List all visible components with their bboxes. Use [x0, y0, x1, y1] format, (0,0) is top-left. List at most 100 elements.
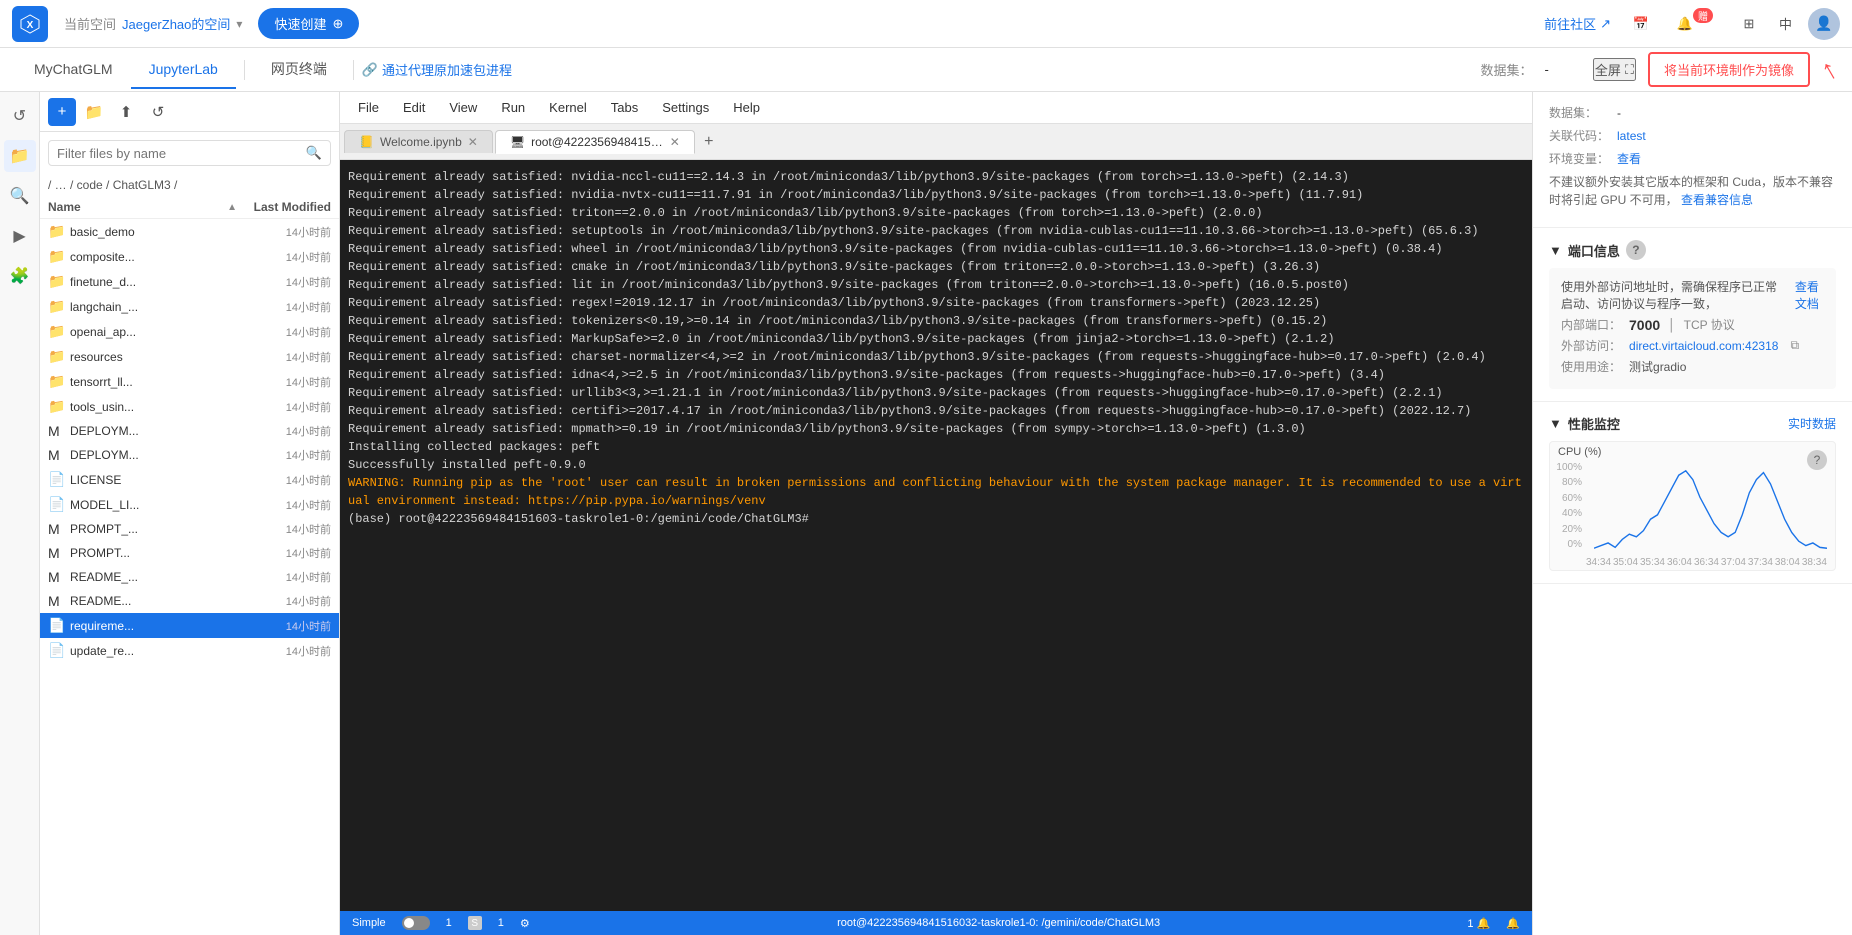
code-value[interactable]: latest	[1617, 129, 1646, 143]
simple-toggle[interactable]	[402, 916, 430, 930]
external-value[interactable]: direct.virtaicloud.com:42318	[1629, 339, 1778, 353]
calendar-icon[interactable]: 📅	[1627, 10, 1655, 38]
env-label: 环境变量：	[1549, 150, 1609, 167]
status-gear-icon[interactable]: ⚙	[520, 917, 530, 930]
new-folder-button[interactable]: 📁	[80, 98, 108, 126]
copy-icon[interactable]: ⧉	[1790, 338, 1799, 353]
file-item-12[interactable]: MPROMPT_...14小时前	[40, 517, 339, 541]
breadcrumb: / … / code / ChatGLM3 /	[48, 178, 177, 192]
file-item-15[interactable]: MREADME...14小时前	[40, 589, 339, 613]
port-help-icon[interactable]: ?	[1626, 240, 1646, 260]
y-label-5: 0%	[1550, 539, 1582, 550]
menu-item-edit[interactable]: Edit	[393, 96, 435, 119]
file-modified-9: 14小时前	[241, 447, 331, 463]
grid-icon[interactable]: ⊞	[1735, 10, 1763, 38]
file-item-10[interactable]: 📄LICENSE14小时前	[40, 467, 339, 492]
perf-realtime[interactable]: 实时数据	[1788, 415, 1836, 432]
notebook-tab-0[interactable]: 📒Welcome.ipynb✕	[344, 130, 493, 153]
file-list-header[interactable]: Name ▲ Last Modified	[40, 196, 339, 219]
refresh-button[interactable]: ↺	[144, 98, 172, 126]
proxy-link[interactable]: 🔗 通过代理原加速包进程	[362, 60, 512, 79]
file-item-11[interactable]: 📄MODEL_LI...14小时前	[40, 492, 339, 517]
file-item-5[interactable]: 📁resources14小时前	[40, 344, 339, 369]
chart-area	[1594, 462, 1827, 550]
file-item-16[interactable]: 📄requireme...14小时前	[40, 613, 339, 638]
upload-button[interactable]: ⬆	[112, 98, 140, 126]
community-link[interactable]: 前往社区 ↗	[1544, 14, 1611, 33]
file-item-9[interactable]: MDEPLOYM...14小时前	[40, 443, 339, 467]
file-item-13[interactable]: MPROMPT...14小时前	[40, 541, 339, 565]
file-item-1[interactable]: 📁composite...14小时前	[40, 244, 339, 269]
perf-section: ▼ 性能监控 实时数据 CPU (%) 100%80%60%40%20%0% 3…	[1533, 402, 1852, 584]
sidebar-icon-search[interactable]: 🔍	[4, 180, 36, 212]
sidebar-icons: ↺ 📁 🔍 ▶ 🧩	[0, 92, 40, 935]
file-modified-2: 14小时前	[241, 274, 331, 290]
file-item-14[interactable]: MREADME_...14小时前	[40, 565, 339, 589]
menu-item-run[interactable]: Run	[491, 96, 535, 119]
chart-x-labels: 34:3435:0435:3436:0436:3437:0437:3438:04…	[1586, 557, 1827, 568]
perf-section-header[interactable]: ▼ 性能监控	[1549, 414, 1620, 433]
port-doc-link[interactable]: 查看文档	[1795, 278, 1824, 312]
file-item-6[interactable]: 📁tensorrt_ll...14小时前	[40, 369, 339, 394]
sidebar-icon-files[interactable]: 📁	[4, 140, 36, 172]
chart-help-icon[interactable]: ?	[1807, 450, 1827, 470]
logo: X	[12, 6, 48, 42]
tab-terminal[interactable]: 网页终端	[253, 49, 345, 91]
space-label: 当前空间	[64, 14, 116, 33]
file-modified-4: 14小时前	[241, 324, 331, 340]
terminal-line-11: Requirement already satisfied: idna<4,>=…	[348, 366, 1524, 384]
terminal-line-17: WARNING: Running pip as the 'root' user …	[348, 474, 1524, 510]
file-item-17[interactable]: 📄update_re...14小时前	[40, 638, 339, 663]
fullscreen-button[interactable]: 全屏 ⛶	[1593, 58, 1636, 81]
menu-item-view[interactable]: View	[439, 96, 487, 119]
file-modified-5: 14小时前	[241, 349, 331, 365]
file-item-7[interactable]: 📁tools_usin...14小时前	[40, 394, 339, 419]
menu-item-settings[interactable]: Settings	[652, 96, 719, 119]
env-value[interactable]: 查看	[1617, 150, 1641, 167]
file-icon-6: 📁	[48, 373, 64, 390]
file-item-8[interactable]: MDEPLOYM...14小时前	[40, 419, 339, 443]
search-input[interactable]	[57, 146, 300, 161]
notification-badge: 赠	[1693, 8, 1713, 23]
tab-close-0[interactable]: ✕	[468, 135, 478, 149]
tab-mychatglm[interactable]: MyChatGLM	[16, 51, 131, 89]
file-item-0[interactable]: 📁basic_demo14小时前	[40, 219, 339, 244]
sidebar-icon-refresh[interactable]: ↺	[4, 100, 36, 132]
notebook-tab-1[interactable]: 🖥root@4222356948415160:~✕	[495, 130, 695, 154]
port-section: ▼ 端口信息 ? 使用外部访问地址时，需确保程序已正常启动、访问协议与程序一致，…	[1533, 228, 1852, 402]
avatar[interactable]: 👤	[1808, 8, 1840, 40]
status-bell-icon[interactable]: 🔔	[1506, 917, 1520, 930]
file-name-15: README...	[70, 594, 235, 608]
menu-item-kernel[interactable]: Kernel	[539, 96, 597, 119]
file-name-7: tools_usin...	[70, 400, 235, 414]
x-label-0: 34:34	[1586, 557, 1611, 568]
port-section-header[interactable]: ▼ 端口信息 ?	[1549, 240, 1836, 260]
menu-item-help[interactable]: Help	[723, 96, 770, 119]
file-item-4[interactable]: 📁openai_ap...14小时前	[40, 319, 339, 344]
tab-close-1[interactable]: ✕	[670, 135, 680, 149]
lang-toggle[interactable]: 中	[1779, 14, 1792, 33]
x-label-6: 37:34	[1748, 557, 1773, 568]
tab-jupyterlab[interactable]: JupyterLab	[131, 51, 236, 89]
external-port-row: 外部访问： direct.virtaicloud.com:42318 ⧉	[1561, 337, 1824, 354]
x-label-5: 37:04	[1721, 557, 1746, 568]
file-item-2[interactable]: 📁finetune_d...14小时前	[40, 269, 339, 294]
sort-icon: ▲	[227, 202, 237, 213]
menu-item-file[interactable]: File	[348, 96, 389, 119]
menu-item-tabs[interactable]: Tabs	[601, 96, 648, 119]
space-name[interactable]: JaegerZhao的空间	[122, 14, 230, 33]
sidebar-icon-puzzle[interactable]: 🧩	[4, 260, 36, 292]
code-section: 数据集： - 关联代码： latest 环境变量： 查看 不建议额外安装其它版本…	[1533, 92, 1852, 228]
quick-create-button[interactable]: 快速创建 ⊕	[258, 8, 359, 39]
add-tab-button[interactable]: +	[697, 130, 721, 154]
compat-link[interactable]: 查看兼容信息	[1681, 193, 1753, 207]
terminal-line-15: Installing collected packages: peft	[348, 438, 1524, 456]
make-image-button[interactable]: 将当前环境制作为镜像	[1648, 52, 1810, 87]
status-simple: Simple	[352, 917, 386, 929]
new-file-button[interactable]: +	[48, 98, 76, 126]
file-item-3[interactable]: 📁langchain_...14小时前	[40, 294, 339, 319]
x-label-3: 36:04	[1667, 557, 1692, 568]
terminal-area[interactable]: Requirement already satisfied: nvidia-nc…	[340, 160, 1532, 911]
space-chevron[interactable]: ▾	[236, 17, 242, 31]
sidebar-icon-run[interactable]: ▶	[4, 220, 36, 252]
